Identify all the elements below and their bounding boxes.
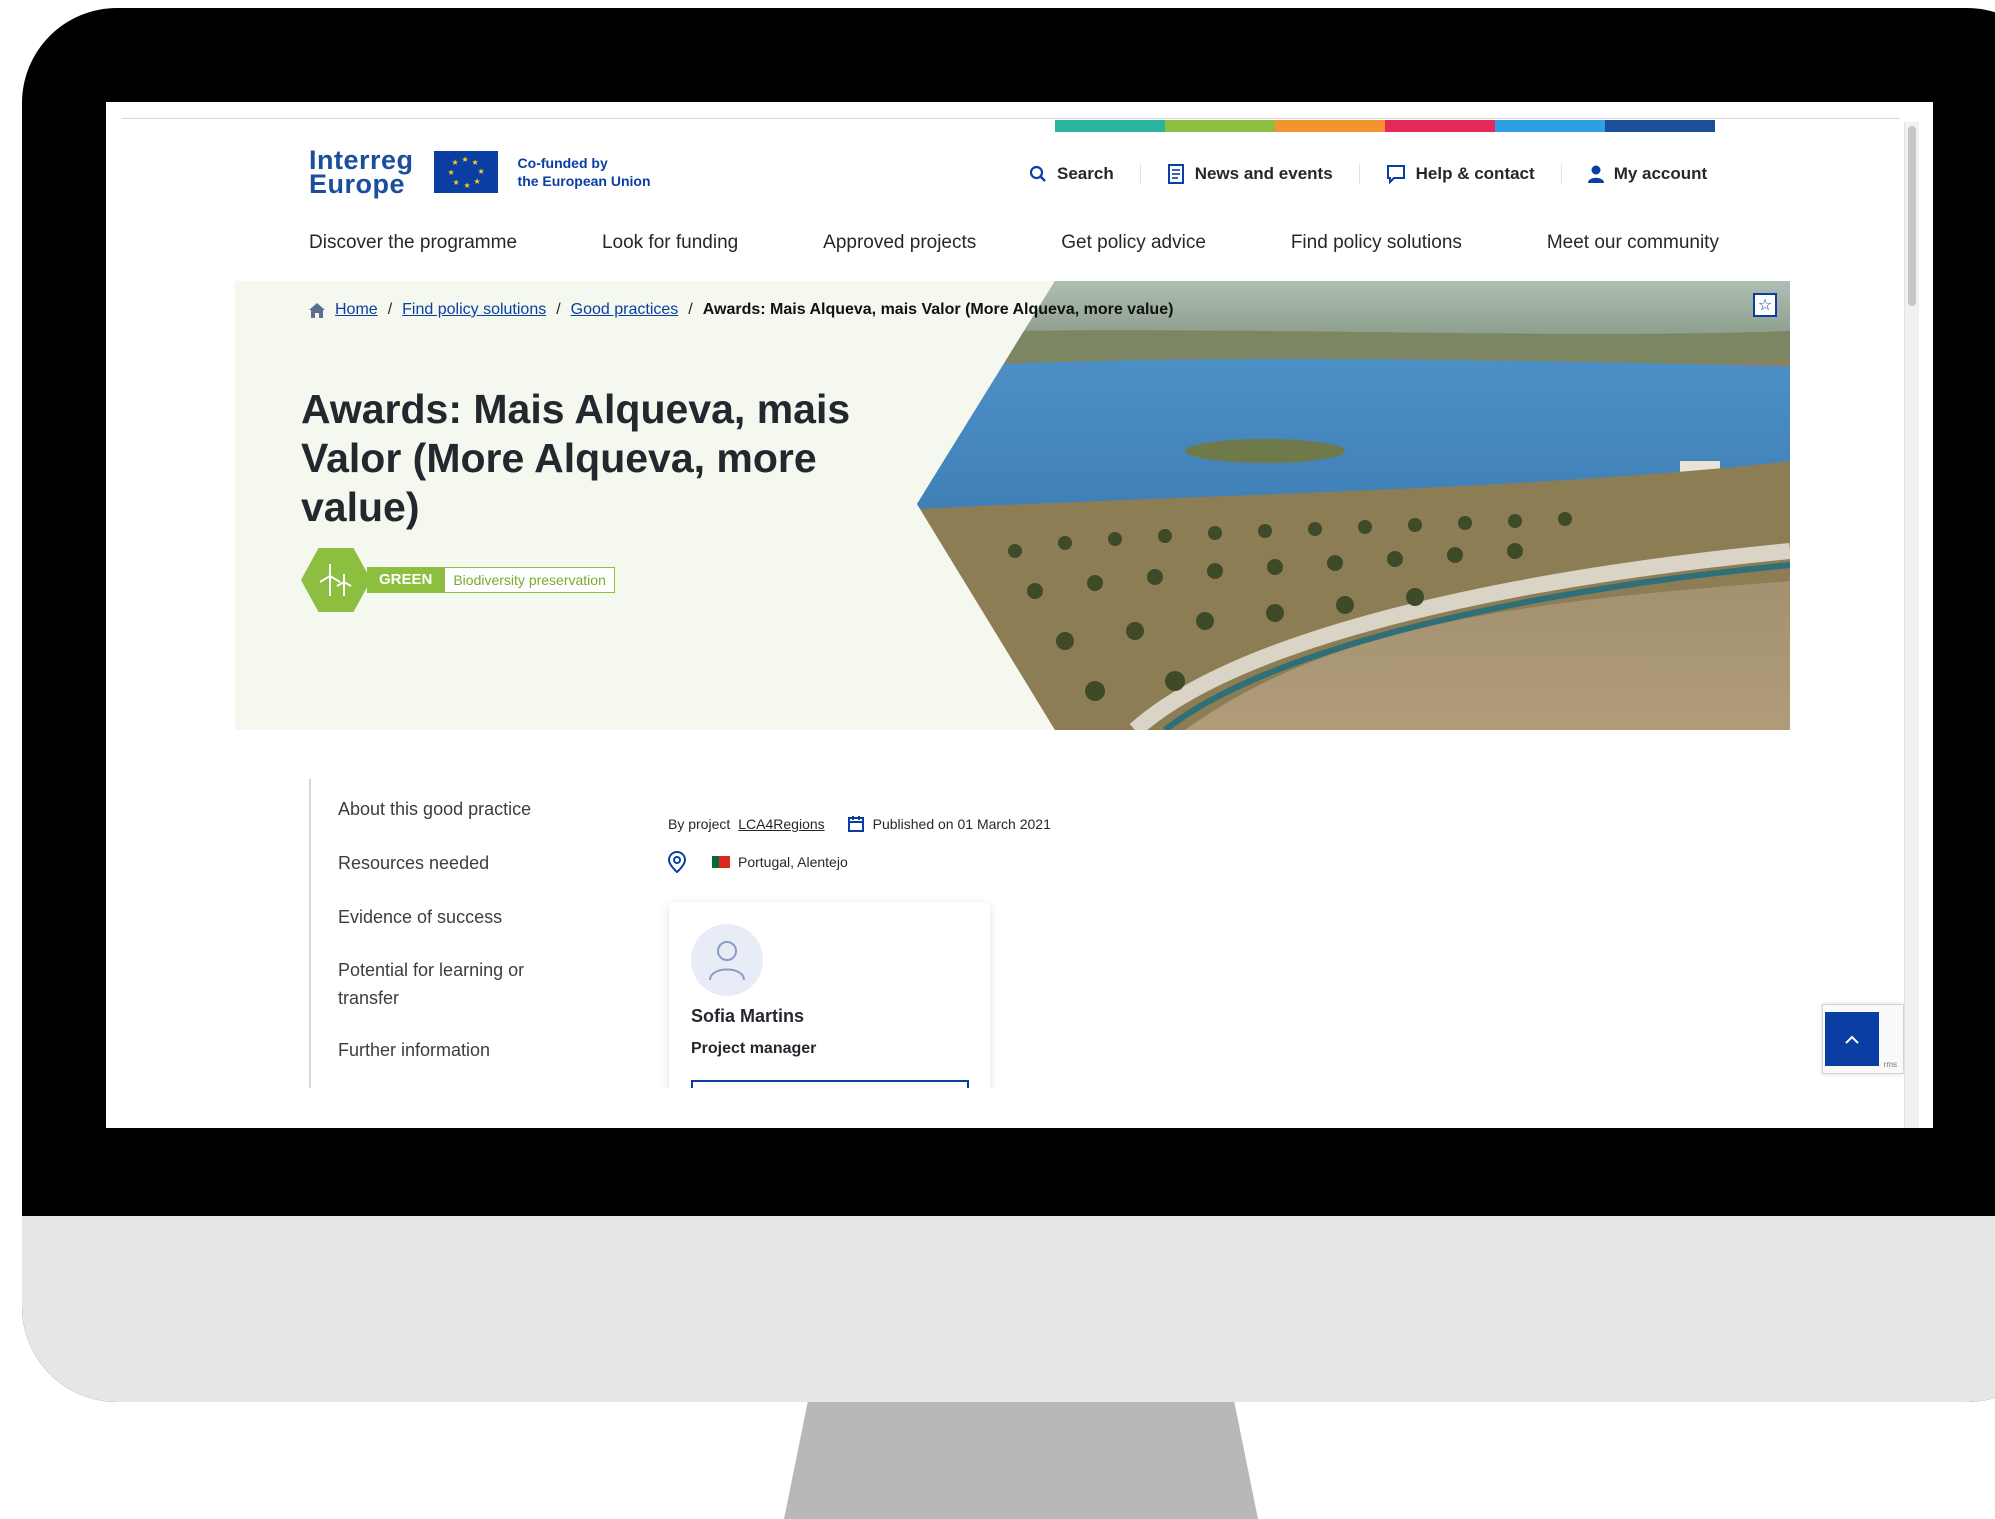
user-icon — [1587, 165, 1604, 183]
topic-hexagon — [301, 548, 371, 612]
stripe-segment — [1605, 120, 1715, 132]
side-nav-further-info[interactable]: Further information — [338, 1036, 588, 1064]
wind-turbine-icon — [319, 564, 352, 596]
topic-label: GREEN — [367, 567, 445, 593]
nav-meet-community[interactable]: Meet our community — [1547, 232, 1719, 254]
monitor-chin — [22, 1216, 1995, 1402]
main-nav: Discover the programme Look for funding … — [309, 232, 1719, 254]
stripe-segment — [1055, 120, 1165, 132]
project-link[interactable]: LCA4Regions — [738, 816, 824, 832]
utility-search[interactable]: Search — [1029, 164, 1140, 184]
breadcrumb-separator: / — [556, 301, 561, 318]
utility-account-label: My account — [1613, 164, 1708, 183]
breadcrumb-home[interactable]: Home — [335, 301, 378, 319]
logo-line-2: Europe — [309, 169, 406, 199]
cofunded-line-2: the European Union — [517, 173, 651, 189]
breadcrumb: Home / Find policy solutions / Good prac… — [309, 301, 1173, 319]
calendar-icon — [847, 816, 864, 832]
breadcrumb-separator: / — [688, 301, 693, 318]
breadcrumb-current: Awards: Mais Alqueva, mais Valor (More A… — [702, 301, 1174, 318]
utility-news-label: News and events — [1194, 164, 1333, 183]
nav-discover-programme[interactable]: Discover the programme — [309, 232, 517, 254]
cofunded-label: Co-funded by the European Union — [518, 154, 651, 190]
bookmark-star-icon[interactable]: ☆ — [1753, 293, 1777, 317]
subtopic-label: Biodiversity preservation — [444, 567, 615, 593]
logo-wordmark: Interreg Europe — [309, 147, 414, 199]
utility-search-label: Search — [1057, 164, 1114, 183]
avatar — [691, 924, 763, 996]
brand-color-stripe — [1055, 120, 1715, 132]
hero-banner: ☆ Home / Find policy solutions / Good pr… — [235, 281, 1790, 730]
page-title: Awards: Mais Alqueva, mais Valor (More A… — [301, 386, 851, 530]
in-page-nav: About this good practice Resources neede… — [309, 779, 611, 1089]
scrollbar-thumb[interactable] — [1908, 126, 1916, 306]
breadcrumb-separator: / — [387, 301, 393, 318]
utility-nav: Search News and events Help & contact My… — [1029, 164, 1733, 184]
search-icon — [1029, 165, 1046, 182]
stripe-segment — [1275, 120, 1385, 132]
portugal-flag-icon — [712, 856, 730, 868]
meta-location: Portugal, Alentejo — [738, 854, 848, 870]
nav-look-for-funding[interactable]: Look for funding — [602, 232, 738, 254]
utility-help-label: Help & contact — [1415, 164, 1535, 183]
meta-project-row: By project LCA4Regions Published on 01 M… — [668, 814, 1051, 834]
side-nav-evidence[interactable]: Evidence of success — [338, 903, 588, 931]
meta-location-row: Portugal, Alentejo — [668, 851, 1051, 873]
back-to-top-button[interactable] — [1825, 1012, 1879, 1066]
newspaper-icon — [1167, 164, 1184, 184]
stripe-segment — [1385, 120, 1495, 132]
meta-by-project: By project — [668, 816, 731, 832]
side-nav-resources[interactable]: Resources needed — [338, 849, 588, 877]
stripe-segment — [1495, 120, 1605, 132]
contact-name: Sofia Martins — [691, 1006, 805, 1026]
side-nav-about[interactable]: About this good practice — [338, 795, 588, 823]
topic-tag[interactable]: GREEN Biodiversity preservation — [301, 548, 615, 612]
location-pin-icon — [668, 851, 686, 873]
stripe-segment — [1165, 120, 1275, 132]
browser-viewport: Interreg Europe ★ ★ ★ ★ ★ ★ ★ ★ Co-funde… — [106, 102, 1933, 1128]
utility-account[interactable]: My account — [1560, 164, 1734, 184]
top-divider — [122, 118, 1900, 119]
user-outline-icon — [709, 941, 745, 981]
breadcrumb-find-policy-solutions[interactable]: Find policy solutions — [402, 301, 546, 319]
practice-meta: By project LCA4Regions Published on 01 M… — [668, 814, 1051, 873]
chevron-up-icon — [1845, 1035, 1859, 1044]
side-nav-potential[interactable]: Potential for learning or transfer — [338, 956, 588, 1012]
nav-get-policy-advice[interactable]: Get policy advice — [1061, 232, 1206, 254]
interreg-europe-logo[interactable]: Interreg Europe ★ ★ ★ ★ ★ ★ ★ ★ Co-funde… — [309, 147, 651, 199]
eu-flag-icon: ★ ★ ★ ★ ★ ★ ★ ★ — [433, 151, 498, 193]
home-icon — [309, 302, 325, 318]
monitor-stand — [784, 1402, 1258, 1519]
meta-published: Published on 01 March 2021 — [872, 816, 1051, 832]
utility-news[interactable]: News and events — [1139, 164, 1359, 184]
chat-bubble-icon — [1386, 165, 1405, 184]
contact-role: Project manager — [691, 1040, 817, 1057]
cofunded-line-1: Co-funded by — [517, 155, 608, 171]
viewport-bottom-edge — [106, 1088, 1906, 1128]
page-scrollbar[interactable] — [1904, 122, 1919, 1128]
utility-help[interactable]: Help & contact — [1358, 164, 1561, 184]
nav-find-policy-solutions[interactable]: Find policy solutions — [1291, 232, 1462, 254]
breadcrumb-good-practices[interactable]: Good practices — [571, 301, 679, 319]
nav-approved-projects[interactable]: Approved projects — [823, 232, 976, 254]
